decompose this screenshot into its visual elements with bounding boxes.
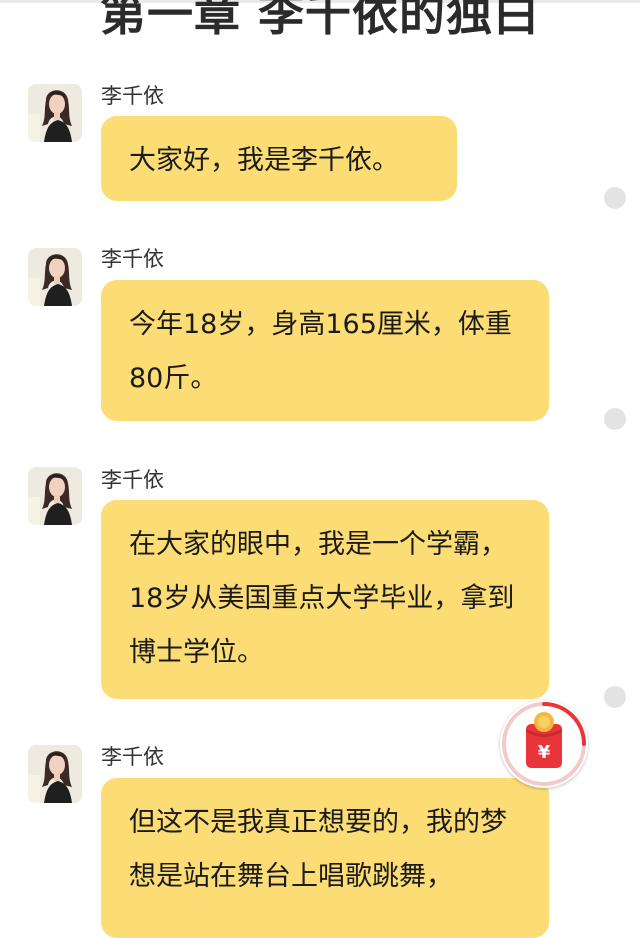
message-bubble[interactable]: 在大家的眼中，我是一个学霸，18岁从美国重点大学毕业，拿到博士学位。: [101, 500, 549, 699]
sender-name: 李千依: [101, 247, 164, 271]
dot-icon[interactable]: [604, 408, 626, 430]
message-bubble[interactable]: 今年18岁，身高165厘米，体重80斤。: [101, 280, 549, 421]
dot-icon[interactable]: [604, 187, 626, 209]
chapter-title: 第一章 李千依的独白: [99, 0, 540, 41]
sender-name: 李千依: [101, 84, 164, 108]
sender-name: 李千依: [101, 468, 164, 492]
avatar-icon[interactable]: [28, 84, 82, 142]
red-envelope-yuan-icon: ¥: [502, 702, 586, 786]
svg-text:¥: ¥: [538, 742, 551, 763]
red-packet-button[interactable]: ¥: [500, 700, 588, 788]
avatar-icon[interactable]: [28, 248, 82, 306]
dot-icon[interactable]: [604, 686, 626, 708]
message-bubble[interactable]: 但这不是我真正想要的，我的梦想是站在舞台上唱歌跳舞，: [101, 778, 549, 938]
avatar-icon[interactable]: [28, 745, 82, 803]
message-bubble[interactable]: 大家好，我是李千依。: [101, 116, 457, 201]
sender-name: 李千依: [101, 745, 164, 769]
avatar-icon[interactable]: [28, 467, 82, 525]
